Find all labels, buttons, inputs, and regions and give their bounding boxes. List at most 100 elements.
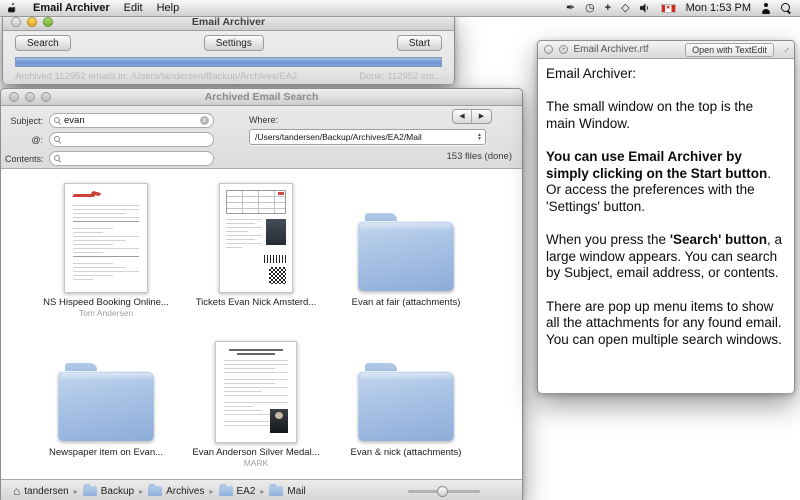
file-item[interactable]: Newspaper item on Evan... bbox=[31, 329, 181, 479]
text: When you press the bbox=[546, 232, 670, 247]
where-value: /Users/tandersen/Backup/Archives/EA2/Mai… bbox=[250, 132, 474, 142]
timer-icon[interactable]: ◷ bbox=[585, 0, 595, 17]
settings-button[interactable]: Settings bbox=[204, 35, 264, 51]
folder-body bbox=[58, 371, 154, 441]
article-photo bbox=[270, 409, 288, 433]
zoom-button[interactable] bbox=[43, 17, 53, 27]
file-icon-box bbox=[215, 329, 297, 443]
menu-help[interactable]: Help bbox=[157, 2, 180, 14]
search-field-row: Contents: bbox=[5, 151, 214, 166]
archived-email-search-window: Archived Email Search Subject:evan× @: Con… bbox=[0, 88, 523, 500]
text: The small window on the top is the main … bbox=[546, 99, 753, 130]
done-count-text: Done: 112952 em... bbox=[359, 71, 442, 82]
quill-icon[interactable]: ✒ bbox=[566, 0, 575, 17]
text: Email Archiver: bbox=[546, 66, 636, 81]
icon-size-slider[interactable] bbox=[408, 490, 480, 493]
progress-fill bbox=[16, 58, 441, 66]
canada-flag-icon[interactable]: ★ bbox=[661, 4, 676, 13]
preview-document: Email Archiver: The small window on the t… bbox=[538, 59, 794, 393]
file-item[interactable]: Tickets Evan Nick Amsterd... bbox=[181, 179, 331, 329]
breadcrumb-item[interactable]: Mail bbox=[269, 486, 305, 497]
archiver-body: Search Settings Start Archived 112952 em… bbox=[3, 31, 454, 84]
search-field-row: @: bbox=[5, 132, 214, 147]
article-title-line bbox=[237, 353, 275, 355]
file-item[interactable]: Evan Anderson Silver Medal...MARK bbox=[181, 329, 331, 479]
magnifier-icon bbox=[54, 136, 61, 143]
search-input[interactable]: evan× bbox=[49, 113, 214, 128]
breadcrumb-item[interactable]: ⌂tandersen bbox=[13, 485, 69, 497]
folder-icon bbox=[269, 486, 283, 496]
apple-menu-icon[interactable] bbox=[8, 2, 19, 15]
action-button[interactable]: + bbox=[559, 45, 568, 54]
breadcrumb-label: Archives bbox=[166, 486, 204, 497]
magnifier-icon bbox=[54, 117, 61, 124]
breadcrumb-item[interactable]: Backup bbox=[83, 486, 134, 497]
archiver-window-title: Email Archiver bbox=[3, 16, 454, 28]
paragraph: When you press the 'Search' button, a la… bbox=[546, 232, 786, 281]
barcode bbox=[264, 255, 286, 263]
file-item[interactable]: Evan at fair (attachments) bbox=[331, 179, 481, 329]
search-titlebar[interactable]: Archived Email Search bbox=[1, 89, 522, 106]
back-button[interactable]: ◀ bbox=[453, 110, 472, 123]
history-nav: ◀ ▶ bbox=[452, 109, 492, 124]
volume-icon[interactable] bbox=[640, 3, 651, 13]
file-sublabel: MARK bbox=[244, 458, 269, 468]
email-archiver-window: Email Archiver Search Settings Start Arc… bbox=[2, 13, 455, 84]
folder-icon bbox=[358, 371, 454, 441]
ns-logo bbox=[73, 192, 103, 200]
files-count: 153 files (done) bbox=[447, 151, 512, 162]
slider-knob[interactable] bbox=[437, 486, 448, 497]
search-form: Subject:evan×@:Contents: ◀ ▶ Where: /Use… bbox=[1, 106, 522, 169]
breadcrumb-item[interactable]: Archives bbox=[148, 486, 204, 497]
user-menu-icon[interactable] bbox=[761, 3, 771, 14]
minimize-button[interactable] bbox=[27, 17, 37, 27]
search-input[interactable] bbox=[49, 132, 214, 147]
crumb-separator-icon: ▸ bbox=[74, 487, 78, 496]
ticket-table bbox=[226, 190, 286, 214]
stepper-icon: ▴▾ bbox=[474, 133, 485, 141]
preview-titlebar[interactable]: + Email Archiver.rtf Open with TextEdit … bbox=[538, 41, 794, 59]
breadcrumb-item[interactable]: EA2 bbox=[219, 486, 256, 497]
file-item[interactable]: Evan & nick (attachments) bbox=[331, 329, 481, 479]
minimize-button[interactable] bbox=[25, 92, 35, 102]
expand-icon[interactable]: ↔ bbox=[779, 42, 792, 55]
breadcrumb: ⌂tandersen▸Backup▸Archives▸EA2▸Mail bbox=[13, 485, 306, 497]
folder-body bbox=[358, 221, 454, 291]
ticket-photo bbox=[266, 219, 286, 245]
document-thumbnail bbox=[219, 183, 293, 293]
open-with-textedit-button[interactable]: Open with TextEdit bbox=[685, 43, 774, 57]
close-button[interactable] bbox=[544, 45, 553, 54]
forward-button[interactable]: ▶ bbox=[472, 110, 491, 123]
search-input[interactable] bbox=[49, 151, 214, 166]
folder-body bbox=[358, 371, 454, 441]
paragraph: You can use Email Archiver by simply cli… bbox=[546, 149, 786, 215]
ticket-mid bbox=[226, 219, 286, 251]
where-dropdown[interactable]: /Users/tandersen/Backup/Archives/EA2/Mai… bbox=[249, 129, 486, 145]
search-field-row: Subject:evan× bbox=[5, 113, 214, 128]
file-icon-box bbox=[64, 179, 148, 293]
crosshair-icon[interactable]: + bbox=[605, 0, 611, 17]
menu-email-archiver[interactable]: Email Archiver bbox=[33, 2, 110, 14]
breadcrumb-label: tandersen bbox=[24, 486, 68, 497]
zoom-button[interactable] bbox=[41, 92, 51, 102]
paragraph: There are pop up menu items to show all … bbox=[546, 299, 786, 348]
menu-edit[interactable]: Edit bbox=[124, 2, 143, 14]
close-button[interactable] bbox=[9, 92, 19, 102]
spotlight-search-icon[interactable] bbox=[781, 3, 792, 14]
clear-icon[interactable]: × bbox=[200, 116, 209, 125]
search-button[interactable]: Search bbox=[15, 35, 71, 51]
document-thumbnail bbox=[64, 183, 148, 293]
close-button[interactable] bbox=[11, 17, 21, 27]
file-icon-box bbox=[358, 329, 454, 443]
folder-icon bbox=[358, 221, 454, 291]
preview-window: + Email Archiver.rtf Open with TextEdit … bbox=[537, 40, 795, 393]
file-label: Evan at fair (attachments) bbox=[352, 297, 461, 308]
spotlight-diamond-icon[interactable]: ◇ bbox=[621, 0, 629, 17]
menu-clock[interactable]: Mon 1:53 PM bbox=[686, 2, 751, 14]
bold-text: 'Search' button bbox=[670, 232, 767, 247]
file-label: Newspaper item on Evan... bbox=[49, 447, 163, 458]
file-item[interactable]: NS Hispeed Booking Online...Tom Andersen bbox=[31, 179, 181, 329]
start-button[interactable]: Start bbox=[397, 35, 442, 51]
file-icon-box bbox=[219, 179, 293, 293]
file-sublabel: Tom Andersen bbox=[79, 308, 133, 318]
